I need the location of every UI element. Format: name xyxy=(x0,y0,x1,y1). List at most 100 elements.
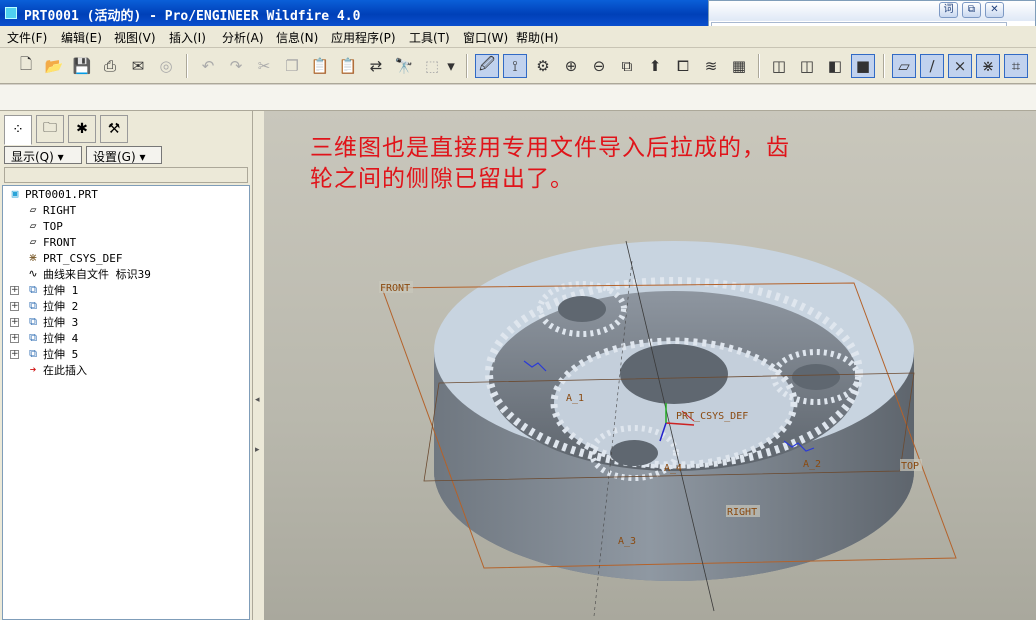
send-icon[interactable]: ✉ xyxy=(126,54,150,78)
refit-icon[interactable]: ⧉ xyxy=(615,54,639,78)
chevron-down-icon[interactable]: ▾ xyxy=(444,54,458,78)
saved-views-icon[interactable]: ⧠ xyxy=(671,54,695,78)
tree-node-part[interactable]: ▣ PRT0001.PRT xyxy=(7,186,98,202)
tree-node-label: 在此插入 xyxy=(43,364,87,377)
menu-info[interactable]: 信息(N) xyxy=(276,29,318,46)
tree-node-csys[interactable]: ⋇ PRT_CSYS_DEF xyxy=(25,250,122,266)
extrude-icon: ⧉ xyxy=(29,315,37,328)
menu-edit[interactable]: 编辑(E) xyxy=(61,29,102,46)
csys-icon[interactable]: ⋇ xyxy=(976,54,1000,78)
paste-special-icon[interactable]: 📋 xyxy=(336,54,360,78)
label-top: TOP xyxy=(901,461,919,472)
connections-tab[interactable]: ⚒ xyxy=(100,115,128,143)
menu-help[interactable]: 帮助(H) xyxy=(516,29,558,46)
menu-applications[interactable]: 应用程序(P) xyxy=(331,29,396,46)
shading-icon[interactable]: ■ xyxy=(851,54,875,78)
settings-dropdown[interactable]: 设置(G) ▾ xyxy=(86,146,162,164)
expand-icon[interactable]: + xyxy=(10,302,19,311)
settings-dropdown-label: 设置(G) xyxy=(93,150,136,164)
tree-node-extrude-4[interactable]: ⧉ 拉伸 4 xyxy=(25,330,78,346)
redo-icon[interactable]: ↷ xyxy=(224,54,248,78)
print-icon[interactable]: ⎙ xyxy=(98,54,122,78)
zoom-in-icon[interactable]: ⊕ xyxy=(559,54,583,78)
datum-plane-icon: ▱ xyxy=(29,235,37,248)
extrude-icon: ⧉ xyxy=(29,331,37,344)
label-a1: A_1 xyxy=(566,393,584,404)
navigator-splitter[interactable]: ◂ ▸ xyxy=(252,111,264,620)
hidden-line-icon[interactable]: ◫ xyxy=(795,54,819,78)
label-csys: PRT_CSYS_DEF xyxy=(676,411,748,422)
tree-node-front[interactable]: ▱ FRONT xyxy=(25,234,76,250)
datum-plane-icon[interactable]: ▱ xyxy=(892,54,916,78)
tree-node-extrude-2[interactable]: ⧉ 拉伸 2 xyxy=(25,298,78,314)
tree-node-insert-here[interactable]: ➔ 在此插入 xyxy=(25,362,87,378)
menu-analysis[interactable]: 分析(A) xyxy=(222,29,264,46)
new-icon[interactable]: 🗋 xyxy=(14,54,38,78)
paste-icon[interactable]: 📋 xyxy=(308,54,332,78)
reorient-icon[interactable]: ⬆ xyxy=(643,54,667,78)
toolbar-separator xyxy=(758,54,760,78)
toolbar-separator xyxy=(186,54,188,78)
regenerate-icon[interactable]: ⇄ xyxy=(364,54,388,78)
redraw-icon[interactable]: 🖉 xyxy=(475,54,499,78)
zoom-out-icon[interactable]: ⊖ xyxy=(587,54,611,78)
tree-node-right[interactable]: ▱ RIGHT xyxy=(25,202,76,218)
cut-icon[interactable]: ✂ xyxy=(252,54,276,78)
expand-icon[interactable]: + xyxy=(10,350,19,359)
orient-icon[interactable]: ⚙ xyxy=(531,54,555,78)
copy-icon[interactable]: ❐ xyxy=(280,54,304,78)
tree-node-top[interactable]: ▱ TOP xyxy=(25,218,63,234)
wireframe-icon[interactable]: ◫ xyxy=(767,54,791,78)
view-manager-icon[interactable]: ▦ xyxy=(727,54,751,78)
restore-icon[interactable]: ⧉ xyxy=(962,2,981,18)
menu-file[interactable]: 文件(F) xyxy=(7,29,47,46)
annotation-note: 三维图也是直接用专用文件导入后拉成的，齿轮之间的侧隙已留出了。 xyxy=(310,135,790,192)
extrude-icon: ⧉ xyxy=(29,347,37,360)
dashboard-band xyxy=(0,85,1036,111)
csys-icon: ⋇ xyxy=(28,251,38,264)
tree-node-label: RIGHT xyxy=(43,203,77,217)
spin-center-icon[interactable]: ⟟ xyxy=(503,54,527,78)
menu-bar: 文件(F) 编辑(E) 视图(V) 插入(I) 分析(A) 信息(N) 应用程序… xyxy=(0,26,1036,48)
tree-column-header[interactable] xyxy=(4,167,248,183)
menu-view[interactable]: 视图(V) xyxy=(114,29,156,46)
favorites-tab[interactable]: ✱ xyxy=(68,115,96,143)
chevron-down-icon: ▾ xyxy=(57,150,64,164)
tree-node-label: 拉伸 2 xyxy=(43,300,79,313)
show-dropdown[interactable]: 显示(Q) ▾ xyxy=(4,146,82,164)
datum-point-icon[interactable]: × xyxy=(948,54,972,78)
annotation-icon[interactable]: ⌗ xyxy=(1004,54,1028,78)
collapse-left-icon[interactable]: ◂ xyxy=(255,395,262,409)
mail-icon[interactable]: ◎ xyxy=(154,54,178,78)
expand-right-icon[interactable]: ▸ xyxy=(255,445,262,459)
planet-hole xyxy=(558,296,606,322)
dict-button[interactable]: 词 xyxy=(939,2,958,18)
no-hidden-icon[interactable]: ◧ xyxy=(823,54,847,78)
expand-icon[interactable]: + xyxy=(10,286,19,295)
tree-node-extrude-1[interactable]: ⧉ 拉伸 1 xyxy=(25,282,78,298)
datum-axis-icon[interactable]: ∕ xyxy=(920,54,944,78)
folder-browser-tab[interactable]: 🗀 xyxy=(36,115,64,143)
menu-tools[interactable]: 工具(T) xyxy=(409,29,450,46)
find-icon[interactable]: 🔭 xyxy=(392,54,416,78)
curve-icon: ∿ xyxy=(28,267,38,280)
datum-plane-icon: ▱ xyxy=(29,203,37,216)
save-icon[interactable]: 💾 xyxy=(70,54,94,78)
expand-icon[interactable]: + xyxy=(10,334,19,343)
open-icon[interactable]: 📂 xyxy=(42,54,66,78)
graphics-window[interactable]: FRONT TOP RIGHT PRT_CSYS_DEF A_1 A_2 A_3… xyxy=(264,111,1036,620)
tree-node-extrude-5[interactable]: ⧉ 拉伸 5 xyxy=(25,346,78,362)
undo-icon[interactable]: ↶ xyxy=(196,54,220,78)
tree-node-label: FRONT xyxy=(43,235,77,249)
tree-node-extrude-3[interactable]: ⧉ 拉伸 3 xyxy=(25,314,78,330)
menu-window[interactable]: 窗口(W) xyxy=(463,29,508,46)
tree-node-curve[interactable]: ∿ 曲线来自文件 标识39 xyxy=(25,266,150,282)
label-a3: A_3 xyxy=(618,536,636,547)
menu-insert[interactable]: 插入(I) xyxy=(169,29,206,46)
select-box-icon[interactable]: ⬚ xyxy=(420,54,444,78)
close-icon[interactable]: ✕ xyxy=(985,2,1004,18)
model-tree-tab[interactable]: ⁘ xyxy=(4,115,32,145)
expand-icon[interactable]: + xyxy=(10,318,19,327)
layers-icon[interactable]: ≋ xyxy=(699,54,723,78)
show-dropdown-label: 显示(Q) xyxy=(11,150,54,164)
